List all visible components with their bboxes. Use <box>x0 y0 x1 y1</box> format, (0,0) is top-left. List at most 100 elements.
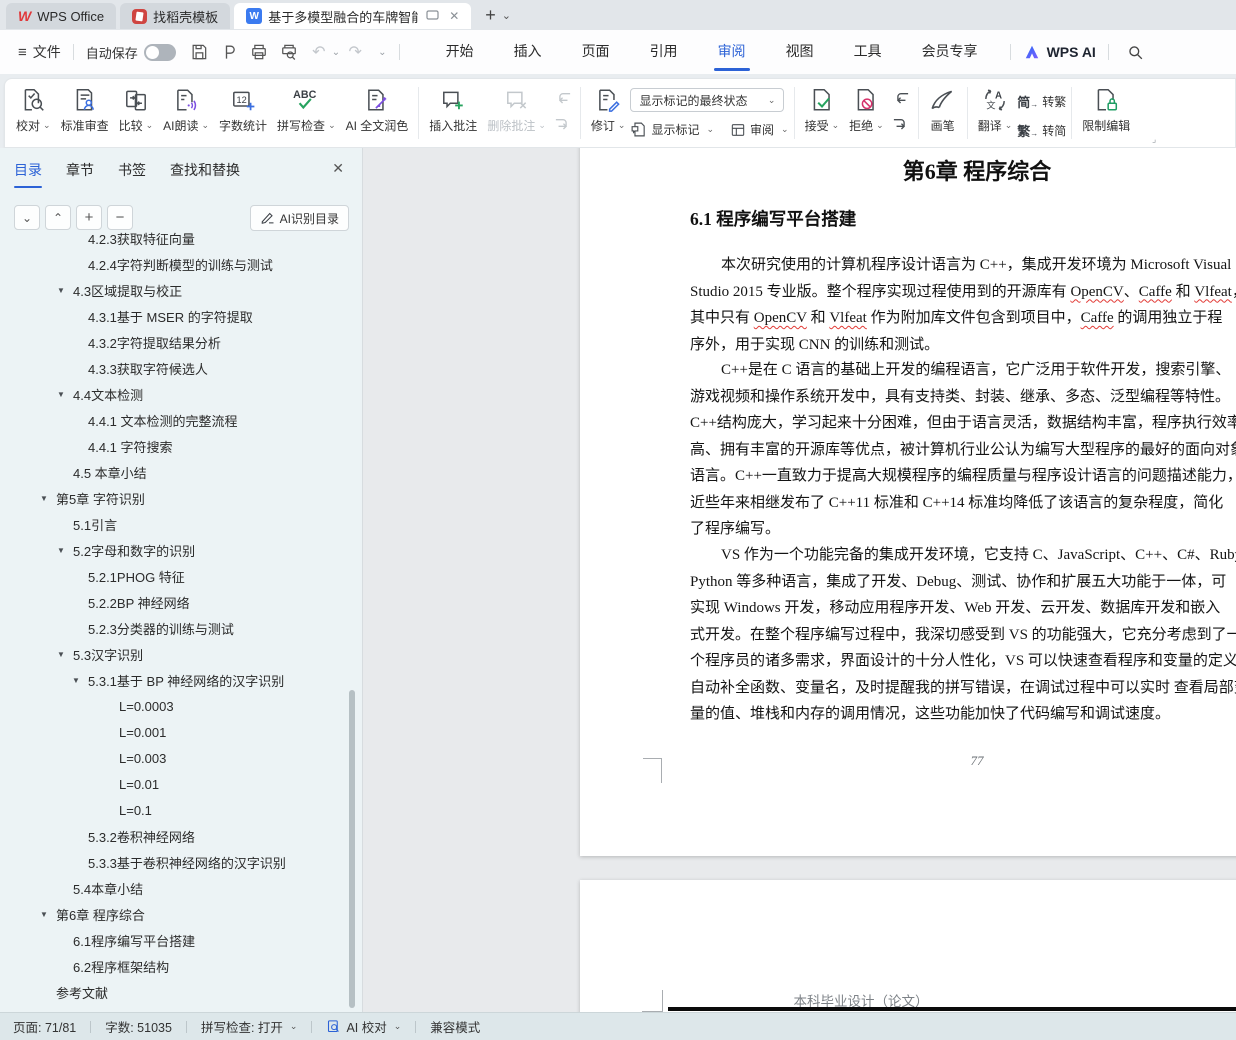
toc-item[interactable]: ▼ 5.3.1基于 BP 神经网络的汉字识别 <box>0 667 352 693</box>
collapse-arrow-icon[interactable]: ▼ <box>40 494 56 503</box>
proofread-button[interactable]: 校对 ⌄ <box>11 79 56 138</box>
toc-item[interactable]: 5.3.3基于卷积神经网络的汉字识别 <box>0 849 352 875</box>
tab-home[interactable]: 开始 <box>426 31 494 73</box>
collapse-arrow-icon[interactable]: ▼ <box>72 676 88 685</box>
page-indicator[interactable]: 页面: 71/81 <box>13 1017 76 1036</box>
ai-polish-button[interactable]: AI 全文润色 <box>341 79 414 138</box>
toc-item-label: 4.3.1基于 MSER 的字符提取 <box>88 309 253 325</box>
autosave-toggle[interactable] <box>143 43 176 61</box>
print-preview-icon[interactable] <box>276 39 302 65</box>
spell-check-button[interactable]: ABC 拼写检查 ⌄ <box>272 79 341 138</box>
next-change-icon[interactable] <box>892 116 910 134</box>
toc-item[interactable]: 6.1程序编写平台搭建 <box>0 927 352 953</box>
traditional-to-simplified-button[interactable]: 繁→ 转简 <box>1017 121 1066 140</box>
wps-ai-button[interactable]: WPS AI <box>1023 44 1096 60</box>
accept-button[interactable]: 接受 ⌄ <box>800 79 845 138</box>
collapse-arrow-icon[interactable]: ▼ <box>57 286 73 295</box>
quick-access-chevron-icon[interactable]: ⌄ <box>378 47 386 58</box>
pane-tab-bookmarks[interactable]: 书签 <box>118 160 146 188</box>
tab-view[interactable]: 视图 <box>766 31 834 73</box>
save-icon[interactable] <box>186 39 212 65</box>
tab-page[interactable]: 页面 <box>562 31 630 73</box>
tab-list-chevron-icon[interactable]: ⌄ <box>502 9 511 22</box>
collapse-arrow-icon[interactable]: ▼ <box>57 650 73 659</box>
toc-item[interactable]: L=0.1 <box>0 797 352 823</box>
toc-item[interactable]: ▼ 5.2字母和数字的识别 <box>0 537 352 563</box>
toc-item[interactable]: 4.3.1基于 MSER 的字符提取 <box>0 303 352 329</box>
marks-state-dropdown[interactable]: 显示标记的最终状态 ⌄ <box>630 88 785 112</box>
search-icon[interactable] <box>1123 39 1149 65</box>
collapse-arrow-icon[interactable]: ▼ <box>40 910 56 919</box>
toc-item[interactable]: 4.4.1 文本检测的完整流程 <box>0 407 352 433</box>
toc-item[interactable]: ▼ 4.4文本检测 <box>0 381 352 407</box>
toc-item[interactable]: 4.2.3获取特征向量 <box>0 225 352 251</box>
tab-docer[interactable]: 找稻壳模板 <box>120 3 231 29</box>
toc-item[interactable]: ▼ 第6章 程序综合 <box>0 901 352 927</box>
toc-item[interactable]: ▼ 4.3区域提取与校正 <box>0 277 352 303</box>
tab-reference[interactable]: 引用 <box>630 31 698 73</box>
toc-item[interactable]: 4.3.3获取字符候选人 <box>0 355 352 381</box>
restrict-edit-button[interactable]: 限制编辑 <box>1077 79 1135 138</box>
toc-item[interactable]: 4.5 本章小结 <box>0 459 352 485</box>
standard-review-button[interactable]: 标准审查 <box>56 79 114 138</box>
tab-insert[interactable]: 插入 <box>494 31 562 73</box>
collapse-arrow-icon[interactable]: ▼ <box>57 390 73 399</box>
pane-tab-chapters[interactable]: 章节 <box>66 160 94 188</box>
pane-tab-find-replace[interactable]: 查找和替换 <box>170 160 240 188</box>
simplified-to-traditional-button[interactable]: 简→ 转繁 <box>1017 92 1066 111</box>
previous-change-icon[interactable] <box>892 90 910 108</box>
toc-item[interactable]: L=0.001 <box>0 719 352 745</box>
toc-item[interactable]: 5.2.2BP 神经网络 <box>0 589 352 615</box>
reject-button[interactable]: 拒绝 ⌄ <box>844 79 889 138</box>
toc-item[interactable]: ▼ 5.3汉字识别 <box>0 641 352 667</box>
pane-tab-toc[interactable]: 目录 <box>14 160 42 188</box>
print-icon[interactable] <box>246 39 272 65</box>
toc-item[interactable]: 参考文献 <box>0 979 352 1004</box>
track-changes-button[interactable]: 修订 ⌄ <box>586 79 631 138</box>
toc-item[interactable]: 5.4本章小结 <box>0 875 352 901</box>
close-pane-icon[interactable]: ✕ <box>332 160 344 177</box>
divider <box>185 1020 187 1033</box>
compare-button[interactable]: 比较 ⌄ <box>114 79 159 138</box>
spellcheck-status[interactable]: 拼写检查: 打开 ⌄ <box>201 1017 298 1036</box>
document-page-78[interactable]: 本科毕业设计（论文） <box>580 880 1236 1012</box>
detach-window-icon[interactable] <box>426 9 439 24</box>
translate-button[interactable]: A文 翻译 ⌄ <box>973 79 1018 138</box>
tab-wps-office[interactable]: W WPS Office <box>6 3 117 29</box>
toc-item[interactable]: 5.2.1PHOG 特征 <box>0 563 352 589</box>
toc-item[interactable]: ▼ 第5章 字符识别 <box>0 485 352 511</box>
toc-item[interactable]: L=0.003 <box>0 745 352 771</box>
toc-item[interactable]: 5.2.3分类器的训练与测试 <box>0 615 352 641</box>
show-marks-button[interactable]: 显示标记 ⌄ <box>630 121 714 138</box>
collapse-arrow-icon[interactable]: ▼ <box>57 546 73 555</box>
file-menu-button[interactable]: ≡ 文件 <box>18 42 61 62</box>
toc-item[interactable]: L=0.0003 <box>0 693 352 719</box>
toc-item-label: 第6章 程序综合 <box>56 907 145 923</box>
document-page-77[interactable]: 第6章 程序综合 6.1 程序编写平台搭建 本次研究使用的计算机程序设计语言为 … <box>580 148 1236 856</box>
export-pdf-icon[interactable] <box>216 39 242 65</box>
tab-review[interactable]: 审阅 <box>698 31 766 73</box>
close-tab-icon[interactable]: ✕ <box>449 9 459 23</box>
tab-document-active[interactable]: W 基于多模型融合的车牌智能识 ✕ <box>234 3 472 29</box>
reviewers-button[interactable]: 审阅 ⌄ <box>730 121 789 138</box>
word-count-button[interactable]: 12 字数统计 <box>214 79 272 138</box>
toc-item[interactable]: L=0.01 <box>0 771 352 797</box>
toc-item[interactable]: 4.4.1 字符搜索 <box>0 433 352 459</box>
document-canvas[interactable]: 第6章 程序综合 6.1 程序编写平台搭建 本次研究使用的计算机程序设计语言为 … <box>363 148 1236 1012</box>
insert-comment-button[interactable]: 插入批注 <box>424 79 482 138</box>
translate-icon: A文 <box>982 86 1008 114</box>
toc-item[interactable]: 5.1引言 <box>0 511 352 537</box>
ai-read-button[interactable]: AI朗读 ⌄ <box>158 79 214 138</box>
tab-member[interactable]: 会员专享 <box>902 31 998 73</box>
toc-item[interactable]: 6.2程序框架结构 <box>0 953 352 979</box>
toc-item[interactable]: 5.3.2卷积神经网络 <box>0 823 352 849</box>
dialog-launcher-icon[interactable]: ⌟ <box>1152 134 1156 145</box>
tab-tools[interactable]: 工具 <box>834 31 902 73</box>
ai-proofread-status[interactable]: AI 校对 ⌄ <box>326 1017 401 1036</box>
pen-button[interactable]: 画笔 <box>924 79 962 138</box>
new-tab-button[interactable]: + <box>485 5 496 26</box>
toc-item[interactable]: 4.2.4字符判断模型的训练与测试 <box>0 251 352 277</box>
word-count-indicator[interactable]: 字数: 51035 <box>105 1017 172 1036</box>
sidebar-scrollbar-thumb[interactable] <box>349 690 355 1008</box>
toc-item[interactable]: 4.3.2字符提取结果分析 <box>0 329 352 355</box>
